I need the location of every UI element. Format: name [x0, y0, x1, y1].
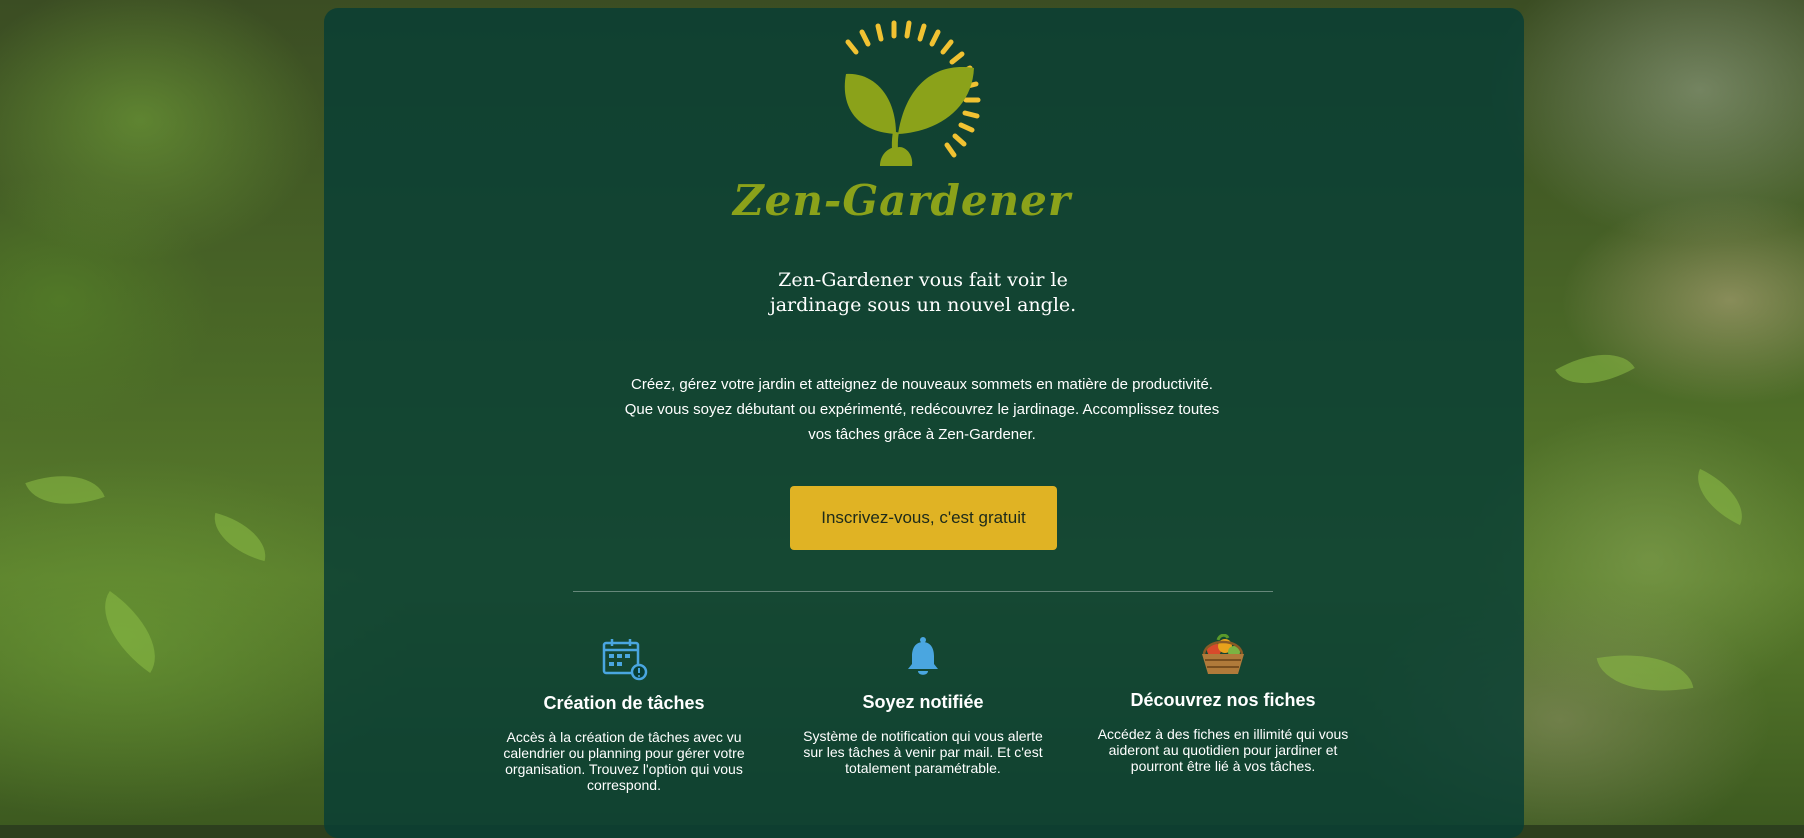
- intro-line: Que vous soyez débutant ou expérimenté, …: [624, 401, 1220, 418]
- vegetable-basket-icon: [1202, 634, 1244, 674]
- brand-name: Zen-Gardener: [732, 176, 1072, 225]
- feature-task-creation: Création de tâches Accès à la création d…: [494, 637, 754, 793]
- feature-notifications: Soyez notifiée Système de notification q…: [793, 634, 1053, 776]
- section-divider: [573, 591, 1273, 592]
- feature-text: Accès à la création de tâches avec vu ca…: [503, 729, 745, 793]
- signup-button[interactable]: Inscrivez-vous, c'est gratuit: [790, 486, 1057, 550]
- feature-guides: Découvrez nos fiches Accédez à des fiche…: [1093, 634, 1353, 774]
- intro-line: vos tâches grâce à Zen-Gardener.: [808, 426, 1036, 443]
- bell-icon: [908, 637, 938, 675]
- feature-title: Soyez notifiée: [862, 692, 984, 712]
- feature-title: Découvrez nos fiches: [1130, 690, 1316, 710]
- feature-title: Création de tâches: [543, 693, 705, 713]
- calendar-alert-icon: [602, 639, 648, 681]
- hero-tagline: Zen-Gardener vous fait voir le jardinage…: [769, 269, 1077, 316]
- hero-intro: Créez, gérez votre jardin et atteignez d…: [580, 372, 1264, 447]
- feature-text: Accédez à des fiches en illimité qui vou…: [1097, 726, 1349, 774]
- feature-text: Système de notification qui vous alerte …: [803, 728, 1043, 776]
- intro-line: Créez, gérez votre jardin et atteignez d…: [631, 376, 1213, 393]
